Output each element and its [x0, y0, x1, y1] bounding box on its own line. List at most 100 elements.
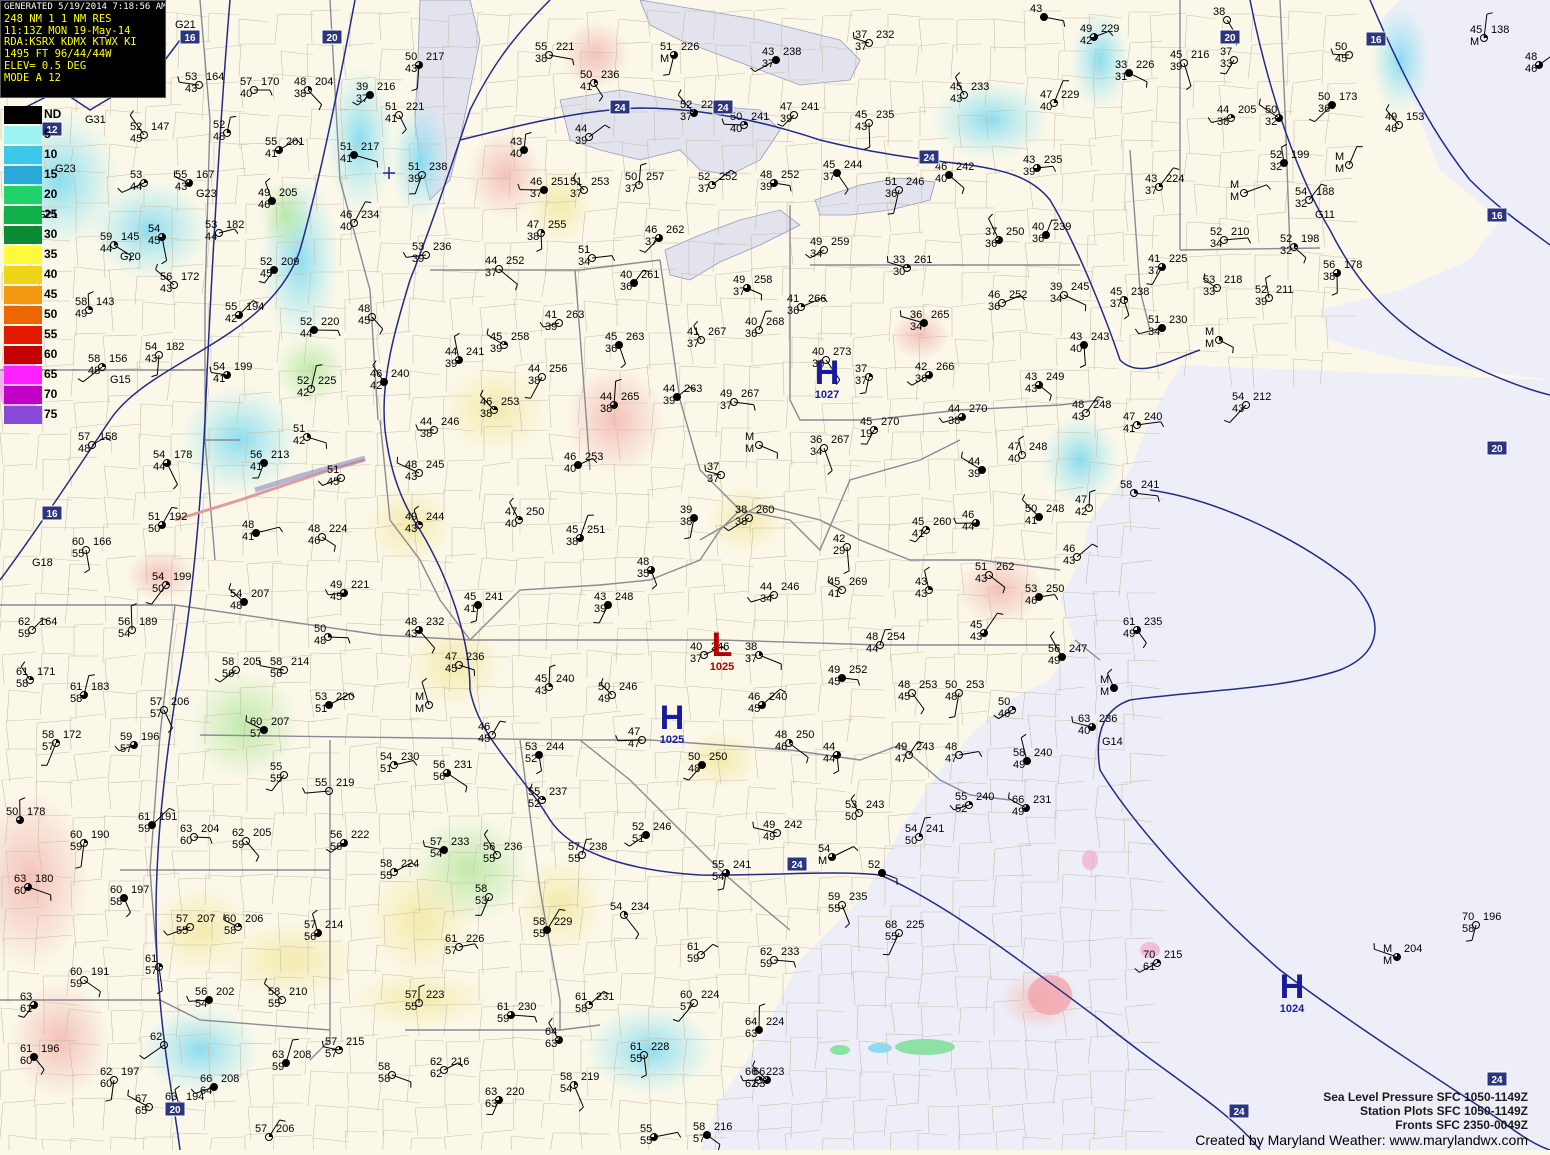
station-plot: 4640242 [935, 161, 974, 194]
station-plot: 43 [1030, 3, 1065, 27]
station-temp: 44 [1217, 104, 1229, 116]
sky-fill-icon [542, 797, 546, 801]
wind-barb-flag-icon [1266, 275, 1271, 278]
station-plot: 3837 [745, 641, 781, 670]
wind-barb-icon [167, 463, 178, 485]
wind-barb-flag-icon [1064, 21, 1065, 27]
radar-mode: MODE A 12 [4, 73, 162, 85]
wind-barb-icon [759, 445, 777, 453]
station-pressure: 250 [709, 751, 727, 763]
station-pressure: 178 [1344, 259, 1362, 271]
interstate-shield-icon: 16 [42, 506, 62, 520]
legend-label: 10 [44, 147, 57, 161]
sky-fill-icon [624, 912, 628, 916]
station-pressure: 230 [518, 1001, 536, 1013]
legend-swatch [4, 166, 42, 184]
station-pressure: 225 [906, 919, 924, 931]
station-temp: 45 [828, 576, 840, 588]
station-plot: 6363220 [485, 1086, 524, 1115]
station-temp: 33 [1115, 59, 1127, 71]
station-plot: 4519270 [860, 416, 899, 444]
wind-barb-flag-icon [130, 110, 133, 115]
station-pressure: 249 [1046, 371, 1064, 383]
wind-barb-flag-icon [549, 1018, 553, 1023]
station-temp: 51 [408, 161, 420, 173]
station-pressure: 207 [197, 913, 215, 925]
station-temp: 58 [693, 1121, 705, 1133]
station-temp: 55 [535, 41, 547, 53]
station-temp: 48 [242, 519, 254, 531]
wind-barb-flag-icon [338, 330, 340, 336]
wind-barb-icon [492, 721, 500, 735]
legend-swatch [4, 266, 42, 284]
station-pressure: 263 [626, 331, 644, 343]
sky-fill-icon [504, 342, 508, 346]
station-temp: 56 [195, 986, 207, 998]
radar-range: 248 NM 1 1 NM RES [4, 14, 162, 26]
station-plot: 4444 [823, 741, 841, 774]
station-temp: 40 [745, 316, 757, 328]
station-pressure: 251 [587, 524, 605, 536]
station-temp: 39 [680, 504, 692, 516]
station-temp: 49 [810, 236, 822, 248]
wind-barb-flag-icon [1466, 941, 1472, 942]
wind-barb-flag-icon [416, 424, 418, 430]
station-temp: 45 [605, 331, 617, 343]
sky-fill-icon [339, 1047, 343, 1051]
station-temp: 43 [1025, 371, 1037, 383]
shield-number: 20 [326, 33, 338, 44]
station-temp: 48 [775, 729, 787, 741]
legend-label: 60 [44, 347, 57, 361]
station-plot: 4636252 [988, 289, 1027, 313]
station-plot: 5555 [640, 1123, 681, 1147]
station-temp: 37 [1220, 46, 1232, 58]
station-temp: 44 [663, 383, 675, 395]
station-temp: 54 [610, 901, 622, 913]
station-pressure: 206 [245, 913, 263, 925]
sky-fill-icon [1231, 115, 1235, 119]
legend-swatch [4, 326, 42, 344]
station-pressure: 270 [881, 416, 899, 428]
station-pressure: 236 [601, 69, 619, 81]
station-temp: 49 [763, 819, 775, 831]
station-temp: 56 [1048, 643, 1060, 655]
wind-barb-flag-icon [828, 471, 833, 475]
station-temp: M [745, 431, 754, 443]
station-temp: 50 [405, 51, 417, 63]
wind-barb-flag-icon [536, 249, 541, 251]
station-pressure: 213 [271, 449, 289, 461]
station-pressure: 236 [1099, 713, 1117, 725]
weather-map: 5740170483820450432173937216534316452451… [0, 0, 1550, 1150]
station-temp: 43 [594, 591, 606, 603]
legend-row: 45 [0, 284, 66, 304]
station-pressure: 234 [631, 901, 649, 913]
interstate-shield-icon: 24 [919, 150, 939, 164]
station-temp: 50 [998, 696, 1010, 708]
station-temp: 53 [525, 741, 537, 753]
wind-barb-flag-icon [173, 485, 177, 489]
station-temp: 44 [485, 255, 497, 267]
station-temp: 46 [748, 691, 760, 703]
wind-barb-icon [447, 773, 467, 786]
sky-fill-icon [30, 677, 34, 681]
station-temp: 48 [294, 76, 306, 88]
station-pressure: 232 [426, 616, 444, 628]
station-temp: 57 [325, 1036, 337, 1048]
station-temp: 48 [1072, 399, 1084, 411]
station-dewpoint: M [415, 703, 424, 715]
station-plot: 5234210 [1210, 226, 1251, 250]
gust-label: G11 [1315, 209, 1335, 221]
wind-barb-flag-icon [270, 90, 272, 96]
wind-barb-flag-icon [1331, 49, 1333, 55]
station-temp: 52 [260, 256, 272, 268]
wind-barb-flag-icon [526, 133, 532, 135]
station-plot: 5333218 [1203, 273, 1242, 298]
wind-barb-icon [949, 175, 964, 188]
station-temp: 47 [527, 219, 539, 231]
station-temp: 70 [1143, 949, 1155, 961]
station-temp: 63 [14, 873, 26, 885]
station-temp: 40 [1032, 221, 1044, 233]
station-pressure: 204 [315, 76, 333, 88]
wind-barb-flag-icon [172, 508, 178, 509]
station-temp: 45 [1110, 286, 1122, 298]
